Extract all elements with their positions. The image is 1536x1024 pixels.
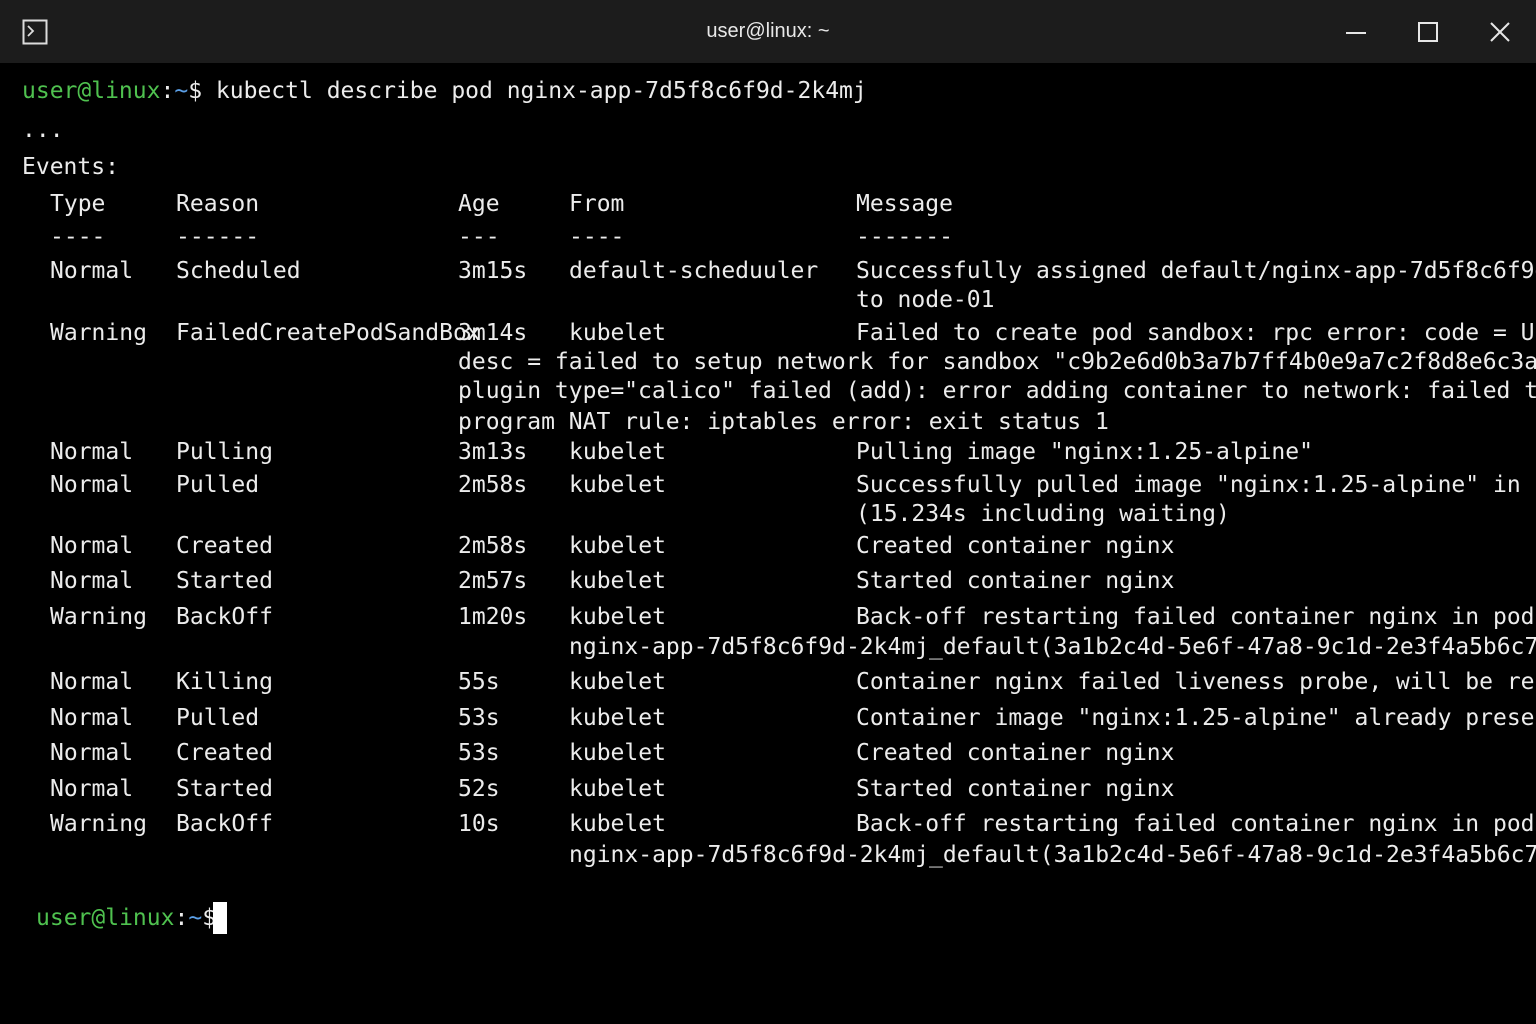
event-reason: Pulling [176,439,273,465]
event-message-continuation: desc = failed to setup network for sandb… [458,349,1536,375]
event-message: Container nginx failed liveness probe, w… [856,669,1536,695]
event-age: 10s [458,811,500,837]
minimize-icon[interactable] [1334,10,1378,54]
event-message: Started container nginx [856,776,1175,802]
prompt-line[interactable]: user@linux:~$ [36,903,216,933]
event-message: Failed to create pod sandbox: rpc error:… [856,320,1536,346]
event-age: 2m58s [458,472,528,498]
event-message-continuation: (15.234s including waiting) [856,501,1230,527]
separator-reason: ------ [176,224,260,250]
event-type: Warning [50,811,147,837]
event-from: kubelet [569,669,666,695]
ellipsis: ... [22,117,64,143]
event-message-continuation: nginx-app-7d5f8c6f9d-2k4mj_default(3a1b2… [569,634,1536,660]
event-age: 3m15s [458,258,528,284]
separator-age: --- [458,224,500,250]
event-from: kubelet [569,740,666,766]
prompt-user-host: user@linux [36,905,175,931]
event-age: 2m58s [458,533,528,559]
prompt-colon: : [160,78,175,104]
event-reason: BackOff [176,811,273,837]
event-type: Warning [50,320,147,346]
event-from: kubelet [569,811,666,837]
event-age: 53s [458,705,500,731]
prompt-path: ~ [188,905,203,931]
event-message-continuation: nginx-app-7d5f8c6f9d-2k4mj_default(3a1b2… [569,842,1536,868]
header-age: Age [458,191,500,217]
event-age: 1m20s [458,604,528,630]
header-from: From [569,191,625,217]
event-reason: Created [176,740,273,766]
event-type: Normal [50,568,134,594]
event-age: 52s [458,776,500,802]
event-reason: Pulled [176,472,260,498]
events-label: Events: [22,154,119,180]
event-type: Warning [50,604,147,630]
event-message: Started container nginx [856,568,1175,594]
event-reason: Killing [176,669,273,695]
header-type: Type [50,191,106,217]
event-message: Pulling image "nginx:1.25-alpine" [856,439,1313,465]
event-message: Successfully assigned default/nginx-app-… [856,258,1536,284]
event-age: 2m57s [458,568,528,594]
event-message: Container image "nginx:1.25-alpine" alre… [856,705,1536,731]
event-message: Back-off restarting failed container ngi… [856,604,1535,630]
command-line: user@linux:~$ kubectl describe pod nginx… [22,76,867,106]
event-from: kubelet [569,604,666,630]
window-title: user@linux: ~ [706,20,830,42]
event-message-continuation: program NAT rule: iptables error: exit s… [458,409,1109,435]
separator-message: ------- [856,224,953,250]
event-message: Created container nginx [856,740,1175,766]
event-reason: Pulled [176,705,260,731]
separator-type: ---- [50,224,106,250]
event-from: kubelet [569,320,666,346]
event-type: Normal [50,258,134,284]
event-type: Normal [50,705,134,731]
terminal-output[interactable]: user@linux:~$ kubectl describe pod nginx… [0,63,1536,1024]
maximize-icon[interactable] [1406,10,1450,54]
title-bar[interactable]: user@linux: ~ [0,0,1536,63]
event-age: 3m13s [458,439,528,465]
event-type: Normal [50,533,134,559]
event-reason: FailedCreatePodSandBox [176,320,481,346]
event-from: kubelet [569,705,666,731]
event-message-continuation: plugin type="calico" failed (add): error… [458,378,1536,404]
event-age: 53s [458,740,500,766]
close-icon[interactable] [1478,10,1522,54]
cursor[interactable] [213,902,227,934]
event-reason: Created [176,533,273,559]
event-type: Normal [50,472,134,498]
terminal-window: user@linux: ~ user@linux:~$ kubectl desc… [0,0,1536,1024]
event-message-continuation: to node-01 [856,287,995,313]
event-message: Back-off restarting failed container ngi… [856,811,1535,837]
event-type: Normal [50,439,134,465]
event-from: kubelet [569,776,666,802]
event-type: Normal [50,776,134,802]
prompt-symbol: $ [188,78,203,104]
event-from: kubelet [569,568,666,594]
event-reason: Scheduled [176,258,301,284]
separator-from: ---- [569,224,625,250]
event-message: Successfully pulled image "nginx:1.25-al… [856,472,1536,498]
command-text: kubectl describe pod nginx-app-7d5f8c6f9… [215,78,867,104]
terminal-icon[interactable] [22,19,48,45]
header-reason: Reason [176,191,260,217]
event-from: default-scheduuler [569,258,819,284]
event-age: 3m14s [458,320,528,346]
event-from: kubelet [569,533,666,559]
event-from: kubelet [569,439,666,465]
prompt-colon: : [174,905,189,931]
event-type: Normal [50,669,134,695]
event-reason: Started [176,776,273,802]
prompt-path: ~ [174,78,189,104]
header-message: Message [856,191,953,217]
event-age: 55s [458,669,500,695]
event-type: Normal [50,740,134,766]
event-from: kubelet [569,472,666,498]
event-message: Created container nginx [856,533,1175,559]
event-reason: BackOff [176,604,273,630]
event-reason: Started [176,568,273,594]
prompt-user-host: user@linux [22,78,161,104]
